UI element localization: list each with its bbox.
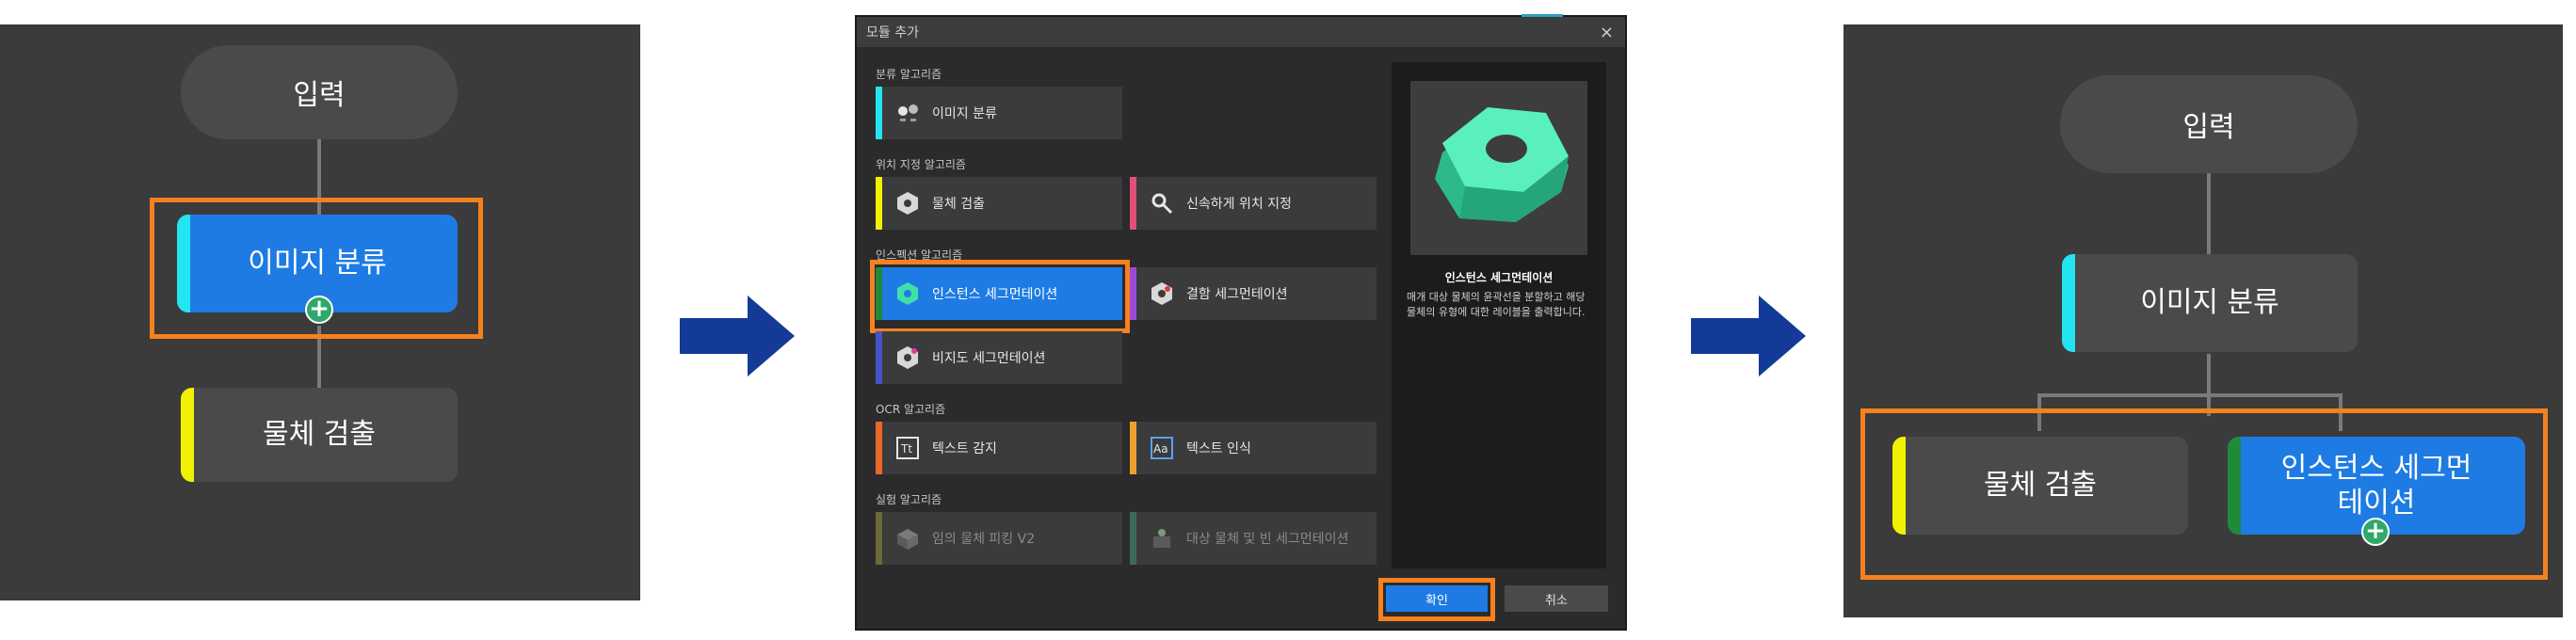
input-node-label: 입력 bbox=[2182, 111, 2235, 144]
card-text-detection[interactable]: Tt 텍스트 감지 bbox=[876, 422, 1122, 474]
arrow-right-icon bbox=[680, 296, 795, 376]
dialog-title: 모듈 추가 bbox=[866, 25, 919, 40]
nut-icon bbox=[894, 190, 921, 216]
card-picking-v2[interactable]: 임의 물체 피킹 V2 bbox=[876, 512, 1122, 565]
node-label: 물체 검출 bbox=[263, 418, 376, 452]
nut-defect-icon bbox=[1149, 280, 1175, 307]
node-color-bar bbox=[1892, 437, 1906, 535]
card-text-recognition[interactable]: Aa 텍스트 인식 bbox=[1130, 422, 1377, 474]
card-label: 비지도 세그먼테이션 bbox=[932, 351, 1046, 366]
nut-unsupervised-icon bbox=[894, 344, 921, 371]
classification-icon bbox=[894, 100, 921, 126]
text-recognize-icon: Aa bbox=[1149, 435, 1175, 461]
node-color-bar bbox=[177, 215, 190, 312]
text-detect-icon: Tt bbox=[894, 435, 921, 461]
card-color-bar bbox=[876, 331, 882, 384]
svg-text:Tt: Tt bbox=[900, 442, 912, 456]
svg-text:Aa: Aa bbox=[1153, 442, 1168, 456]
object-detection-node[interactable]: 물체 검출 bbox=[1892, 437, 2188, 535]
card-fast-locate[interactable]: 신속하게 위치 지정 bbox=[1130, 177, 1377, 230]
card-image-classification[interactable]: 이미지 분류 bbox=[876, 87, 1122, 139]
section-label: 분류 알고리즘 bbox=[876, 68, 942, 81]
close-icon[interactable]: × bbox=[1600, 23, 1614, 42]
arrow-right-icon bbox=[1691, 296, 1806, 376]
card-label: 텍스트 감지 bbox=[932, 441, 997, 456]
card-label: 신속하게 위치 지정 bbox=[1186, 197, 1292, 212]
card-color-bar bbox=[876, 267, 882, 320]
card-label: 물체 검출 bbox=[932, 197, 985, 212]
card-color-bar bbox=[876, 422, 882, 474]
card-object-detection[interactable]: 물체 검출 bbox=[876, 177, 1122, 230]
input-node[interactable]: 입력 bbox=[2060, 75, 2358, 173]
card-label: 텍스트 인식 bbox=[1186, 441, 1251, 456]
node-label-line1: 인스턴스 세그먼 bbox=[2280, 451, 2472, 485]
node-label: 이미지 분류 bbox=[2140, 286, 2279, 320]
module-thumbnail bbox=[1410, 81, 1587, 255]
section-label: 위치 지정 알고리즘 bbox=[876, 158, 966, 171]
card-color-bar bbox=[1130, 177, 1136, 230]
bin-icon bbox=[1149, 525, 1175, 552]
card-color-bar bbox=[1130, 422, 1136, 474]
card-label: 결함 세그먼테이션 bbox=[1186, 287, 1288, 302]
node-label-line2: 테이션 bbox=[2337, 487, 2416, 520]
card-label: 인스턴스 세그먼테이션 bbox=[932, 287, 1058, 302]
cancel-button[interactable]: 취소 bbox=[1505, 585, 1608, 612]
node-label: 이미지 분류 bbox=[248, 247, 387, 280]
image-classification-node[interactable]: 이미지 분류 bbox=[2062, 254, 2358, 352]
input-node[interactable]: 입력 bbox=[181, 45, 458, 139]
node-label: 물체 검출 bbox=[1984, 469, 2097, 503]
card-label: 대상 물체 및 빈 세그먼테이션 bbox=[1186, 532, 1349, 547]
card-target-bin-segmentation[interactable]: 대상 물체 및 빈 세그먼테이션 bbox=[1130, 512, 1377, 565]
section-label: 실험 알고리즘 bbox=[876, 493, 942, 506]
dialog-titlebar: 모듈 추가 × bbox=[857, 17, 1625, 47]
card-color-bar bbox=[1130, 267, 1136, 320]
node-color-bar bbox=[181, 388, 194, 482]
node-color-bar bbox=[2062, 254, 2075, 352]
connector-line bbox=[2037, 393, 2343, 397]
card-instance-segmentation[interactable]: 인스턴스 세그먼테이션 bbox=[876, 267, 1122, 320]
nut-green-icon bbox=[894, 280, 921, 307]
add-module-dialog: 모듈 추가 × 분류 알고리즘 위치 지정 알고리즘 인스펙션 알고리즘 OCR… bbox=[855, 14, 1627, 631]
card-color-bar bbox=[876, 512, 882, 565]
picking-icon bbox=[894, 525, 921, 552]
workflow-panel-after: 입력 이미지 분류 물체 검출 인스턴스 세그먼 테이션 + bbox=[1843, 24, 2563, 617]
module-preview: 인스턴스 세그먼테이션 매개 대상 물체의 윤곽선을 분할하고 해당 물체의 유… bbox=[1392, 62, 1606, 568]
ok-button[interactable]: 확인 bbox=[1386, 585, 1488, 612]
card-unsupervised-segmentation[interactable]: 비지도 세그먼테이션 bbox=[876, 331, 1122, 384]
card-color-bar bbox=[876, 177, 882, 230]
card-label: 임의 물체 피킹 V2 bbox=[932, 532, 1036, 547]
add-module-icon[interactable]: + bbox=[305, 296, 333, 324]
add-module-icon[interactable]: + bbox=[2361, 518, 2390, 546]
preview-title: 인스턴스 세그먼테이션 bbox=[1444, 271, 1554, 284]
card-label: 이미지 분류 bbox=[932, 106, 997, 121]
section-label: OCR 알고리즘 bbox=[876, 403, 946, 416]
node-color-bar bbox=[2228, 437, 2241, 535]
input-node-label: 입력 bbox=[293, 79, 346, 112]
magnifier-icon bbox=[1149, 190, 1175, 216]
card-color-bar bbox=[876, 87, 882, 139]
preview-description: 매개 대상 물체의 윤곽선을 분할하고 해당 물체의 유형에 대한 레이블을 출… bbox=[1407, 291, 1586, 318]
connector-line bbox=[2207, 354, 2211, 416]
object-detection-node[interactable]: 물체 검출 bbox=[181, 388, 458, 482]
card-defect-segmentation[interactable]: 결함 세그먼테이션 bbox=[1130, 267, 1377, 320]
workflow-panel-before: 입력 이미지 분류 + 물체 검출 bbox=[0, 24, 640, 600]
card-color-bar bbox=[1130, 512, 1136, 565]
